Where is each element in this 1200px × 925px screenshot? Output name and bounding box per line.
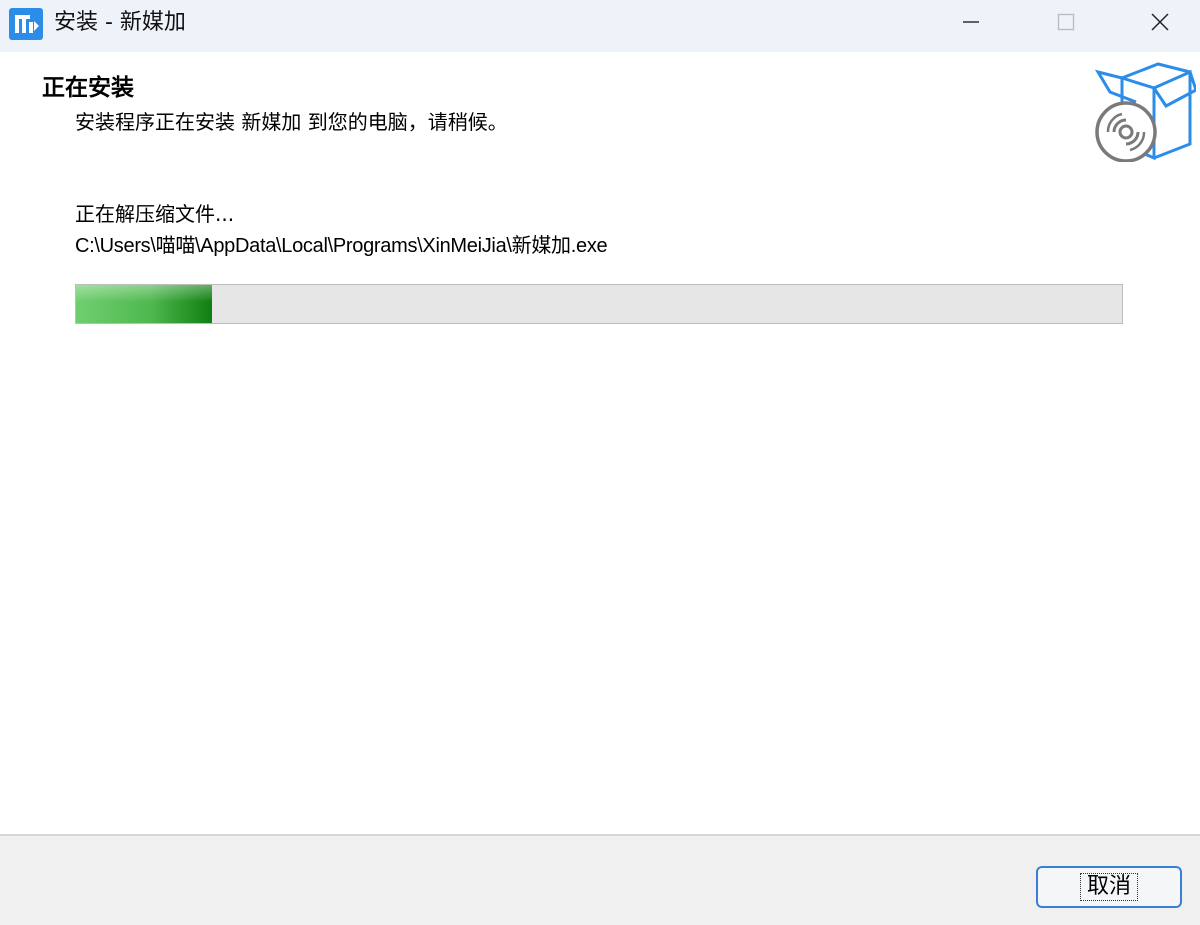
progress-fill <box>76 285 212 323</box>
minimize-icon <box>963 21 979 23</box>
file-path: C:\Users\喵喵\AppData\Local\Programs\XinMe… <box>75 235 608 257</box>
close-icon <box>1151 13 1169 31</box>
maximize-button[interactable] <box>1036 0 1096 44</box>
install-box-cd-icon <box>1092 58 1198 163</box>
title-bar: 安装 - 新媒加 <box>0 0 1200 52</box>
page-title: 正在安装 <box>42 75 134 101</box>
cancel-button-label: 取消 <box>1079 873 1139 901</box>
maximize-icon <box>1057 13 1075 31</box>
progress-bar <box>75 284 1123 324</box>
close-button[interactable] <box>1130 0 1190 44</box>
app-logo-icon <box>9 8 43 40</box>
status-text: 正在解压缩文件... <box>75 202 235 226</box>
footer-bar <box>0 834 1200 925</box>
window-title: 安装 - 新媒加 <box>54 10 186 35</box>
page-subtitle: 安装程序正在安装 新媒加 到您的电脑，请稍候。 <box>75 110 508 134</box>
minimize-button[interactable] <box>941 0 1001 44</box>
cancel-button[interactable]: 取消 <box>1036 866 1182 908</box>
